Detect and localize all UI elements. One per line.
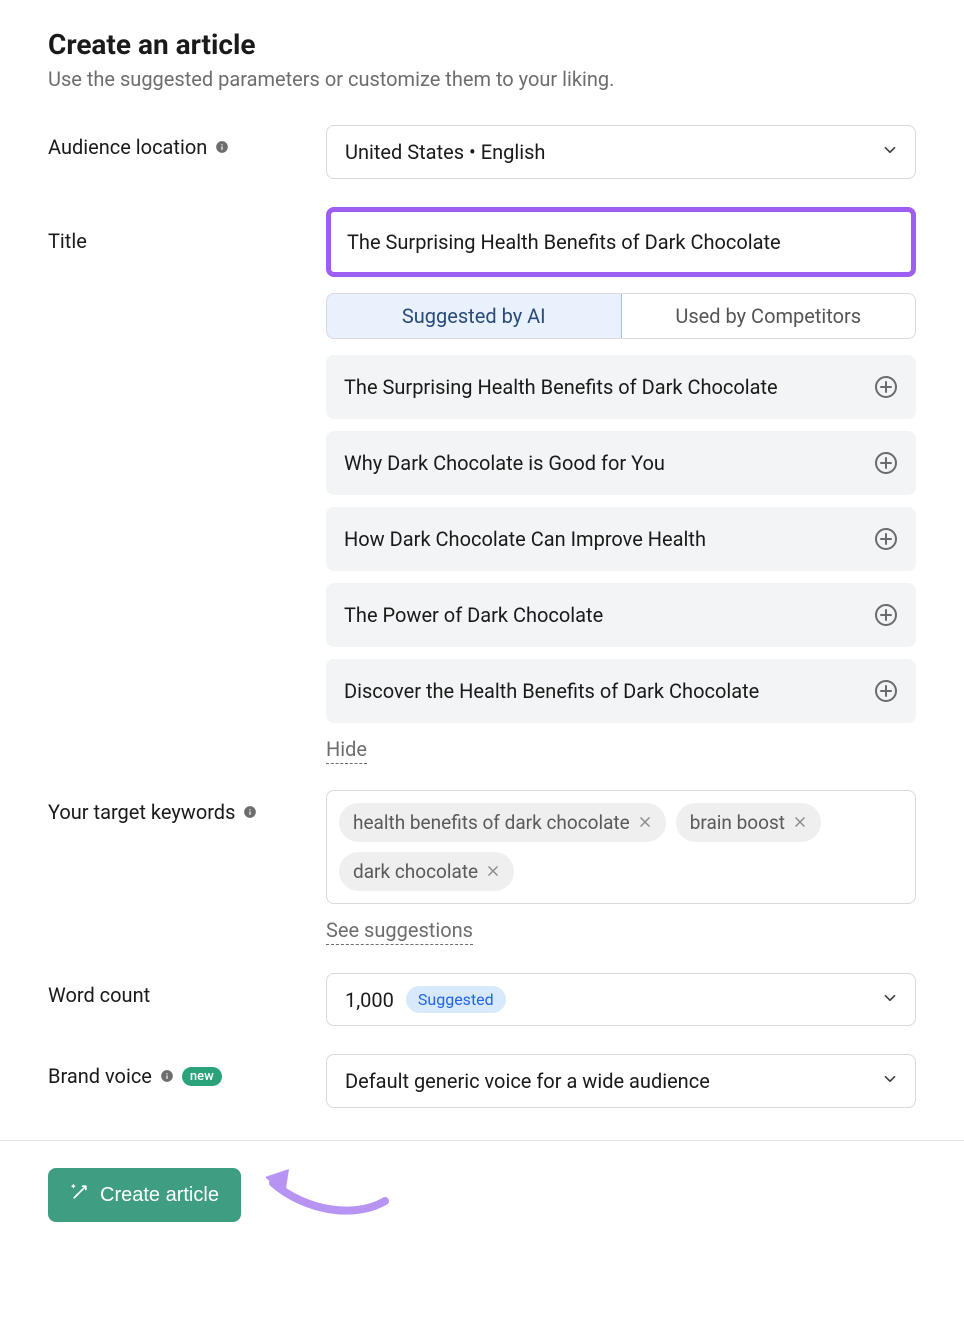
brand-voice-label: Brand voice [48, 1064, 152, 1088]
title-suggestion-item[interactable]: The Surprising Health Benefits of Dark C… [326, 355, 916, 419]
title-suggestion-tabs: Suggested by AI Used by Competitors [326, 293, 916, 339]
word-count-select[interactable]: 1,000 Suggested [326, 973, 916, 1026]
title-input[interactable]: The Surprising Health Benefits of Dark C… [326, 207, 916, 277]
title-suggestion-text: The Power of Dark Chocolate [344, 603, 603, 627]
keyword-chip-text: dark chocolate [353, 860, 478, 883]
brand-voice-value: Default generic voice for a wide audienc… [345, 1069, 710, 1093]
keyword-chip: brain boost [676, 803, 821, 842]
close-icon[interactable] [638, 811, 652, 834]
audience-location-value: United States • English [345, 140, 545, 164]
create-article-button[interactable]: Create article [48, 1168, 241, 1222]
chevron-down-icon [881, 989, 899, 1011]
close-icon[interactable] [793, 811, 807, 834]
plus-circle-icon[interactable] [874, 527, 898, 551]
close-icon[interactable] [486, 860, 500, 883]
brand-voice-select[interactable]: Default generic voice for a wide audienc… [326, 1054, 916, 1108]
plus-circle-icon[interactable] [874, 679, 898, 703]
title-label: Title [48, 229, 87, 253]
see-suggestions-link[interactable]: See suggestions [326, 918, 473, 945]
keyword-chip-text: health benefits of dark chocolate [353, 811, 630, 834]
keyword-chip-text: brain boost [690, 811, 785, 834]
page-subtitle: Use the suggested parameters or customiz… [48, 67, 916, 91]
title-suggestion-item[interactable]: How Dark Chocolate Can Improve Health [326, 507, 916, 571]
title-suggestion-text: The Surprising Health Benefits of Dark C… [344, 375, 778, 399]
word-count-value: 1,000 [345, 988, 394, 1012]
keyword-chip: dark chocolate [339, 852, 514, 891]
info-icon[interactable] [215, 140, 229, 154]
chevron-down-icon [881, 140, 899, 164]
audience-location-select[interactable]: United States • English [326, 125, 916, 179]
title-suggestion-item[interactable]: Why Dark Chocolate is Good for You [326, 431, 916, 495]
target-keywords-input[interactable]: health benefits of dark chocolate brain b… [326, 790, 916, 904]
new-badge: new [182, 1067, 222, 1086]
page-title: Create an article [48, 28, 916, 61]
hide-suggestions-link[interactable]: Hide [326, 737, 367, 764]
target-keywords-label: Your target keywords [48, 800, 235, 824]
title-suggestion-item[interactable]: The Power of Dark Chocolate [326, 583, 916, 647]
plus-circle-icon[interactable] [874, 451, 898, 475]
info-icon[interactable] [243, 805, 257, 819]
info-icon[interactable] [160, 1069, 174, 1083]
tab-suggested-by-ai[interactable]: Suggested by AI [326, 293, 622, 339]
plus-circle-icon[interactable] [874, 375, 898, 399]
keyword-chip: health benefits of dark chocolate [339, 803, 666, 842]
audience-location-label: Audience location [48, 135, 207, 159]
title-suggestion-list: The Surprising Health Benefits of Dark C… [326, 355, 916, 723]
create-article-button-label: Create article [100, 1184, 219, 1207]
word-count-label: Word count [48, 983, 150, 1007]
magic-wand-icon [70, 1182, 90, 1208]
tab-used-by-competitors[interactable]: Used by Competitors [621, 294, 916, 338]
title-input-value: The Surprising Health Benefits of Dark C… [347, 230, 781, 254]
title-suggestion-text: How Dark Chocolate Can Improve Health [344, 527, 706, 551]
plus-circle-icon[interactable] [874, 603, 898, 627]
chevron-down-icon [881, 1069, 899, 1093]
title-suggestion-item[interactable]: Discover the Health Benefits of Dark Cho… [326, 659, 916, 723]
title-suggestion-text: Why Dark Chocolate is Good for You [344, 451, 665, 475]
suggested-badge: Suggested [406, 986, 506, 1013]
title-suggestion-text: Discover the Health Benefits of Dark Cho… [344, 679, 759, 703]
annotation-arrow [265, 1165, 385, 1225]
